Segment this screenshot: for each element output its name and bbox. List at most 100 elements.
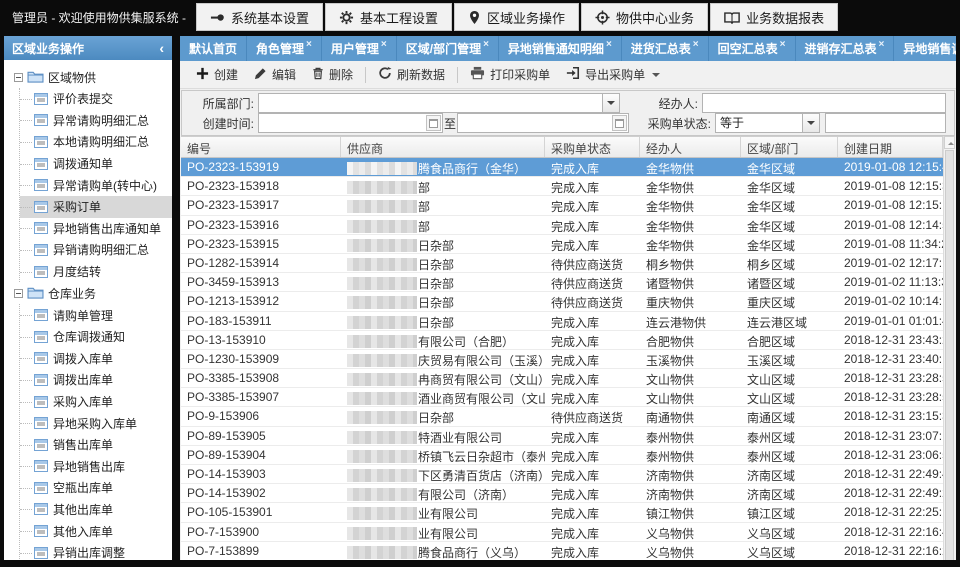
column-header[interactable]: 创建日期 (838, 137, 943, 157)
toolbar: 创建编辑删除刷新数据打印采购单导出采购单 (180, 61, 956, 89)
tree-item-label: 月度结转 (53, 263, 101, 280)
table-row[interactable]: PO-2323-153918部完成入库金华物供金华区域2019-01-08 12… (181, 177, 943, 196)
department-select[interactable] (258, 93, 620, 113)
tree-group[interactable]: 仓库业务 (14, 282, 172, 304)
table-row[interactable]: PO-183-153911日杂部完成入库连云港物供连云港区域2019-01-01… (181, 312, 943, 331)
toolbar-button-4[interactable]: 打印采购单 (462, 63, 558, 86)
close-icon[interactable]: × (483, 39, 489, 50)
tab-5[interactable]: 进货汇总表× (622, 36, 709, 61)
cell-text: 完成入库 (551, 220, 599, 234)
tree-item[interactable]: 月度结转 (20, 261, 172, 283)
tree-item[interactable]: 调拨出库单 (20, 369, 172, 391)
calendar-icon[interactable] (426, 115, 441, 131)
table-row[interactable]: PO-3385-153907酒业商贸有限公司（文山）完成入库文山物供文山区域20… (181, 388, 943, 407)
tree-item[interactable]: 销售出库单 (20, 434, 172, 456)
status-value-input[interactable] (825, 113, 946, 133)
tree-item[interactable]: 异常请购明细汇总 (20, 110, 172, 132)
column-header[interactable]: 编号 (181, 137, 341, 157)
toolbar-button-3[interactable]: 刷新数据 (370, 63, 453, 86)
menu-button-1[interactable]: 基本工程设置 (325, 3, 452, 31)
tree-item[interactable]: 其他入库单 (20, 520, 172, 542)
created-from-input[interactable] (258, 113, 443, 133)
close-icon[interactable]: × (879, 39, 885, 50)
table-row[interactable]: PO-89-153904桥镇飞云日杂超市（泰州）完成入库泰州物供泰州区域2018… (181, 446, 943, 465)
menu-button-3[interactable]: 物供中心业务 (581, 3, 708, 31)
table-row[interactable]: PO-2323-153916部完成入库金华物供金华区域2019-01-08 12… (181, 216, 943, 235)
cell-text: 完成入库 (551, 527, 599, 541)
tree-item[interactable]: 调拨入库单 (20, 348, 172, 370)
column-header[interactable]: 供应商 (341, 137, 545, 157)
tree-item[interactable]: 采购入库单 (20, 391, 172, 413)
table-row[interactable]: PO-9-153906日杂部待供应商送货南通物供南通区域2018-12-31 2… (181, 407, 943, 426)
tree-item[interactable]: 异地销售出库 (20, 456, 172, 478)
calendar-icon[interactable] (612, 115, 627, 131)
tree-item[interactable]: 调拨通知单 (20, 153, 172, 175)
scroll-up-icon[interactable] (944, 136, 955, 149)
table-row[interactable]: PO-7-153899腾食品商行（义乌）完成入库义乌物供义乌区域2018-12-… (181, 542, 943, 560)
cell-region: 义乌区域 (741, 542, 838, 560)
vertical-scrollbar[interactable] (943, 136, 955, 560)
toolbar-button-5[interactable]: 导出采购单 (558, 63, 668, 86)
tree-item[interactable]: 仓库调拨通知 (20, 326, 172, 348)
tree-item[interactable]: 请购单管理 (20, 304, 172, 326)
chevron-down-icon[interactable] (602, 94, 619, 112)
tree-item[interactable]: 其他出库单 (20, 499, 172, 521)
tab-3[interactable]: 区域/部门管理× (397, 36, 499, 61)
toolbar-button-2[interactable]: 删除 (304, 63, 361, 86)
tab-0[interactable]: 默认首页 (180, 36, 247, 61)
toolbar-button-0[interactable]: 创建 (188, 63, 246, 86)
table-row[interactable]: PO-14-153903下区勇清百货店（济南）完成入库济南物供济南区域2018-… (181, 465, 943, 484)
table-row[interactable]: PO-1282-153914日杂部待供应商送货桐乡物供桐乡区域2019-01-0… (181, 254, 943, 273)
tree-item[interactable]: 异地销售出库通知单 (20, 218, 172, 240)
collapse-minus-icon[interactable] (14, 73, 23, 82)
tab-4[interactable]: 异地销售通知明细× (499, 36, 622, 61)
agent-input[interactable] (702, 93, 946, 113)
filter-panel: 所属部门: 经办人: 创建时间: 至 采购单状态: 等于 (181, 90, 955, 136)
tree-item[interactable]: 异销请购明细汇总 (20, 239, 172, 261)
tree-item[interactable]: 异销出库调整 (20, 542, 172, 560)
tab-1[interactable]: 角色管理× (247, 36, 322, 61)
created-to-input[interactable] (457, 113, 629, 133)
table-row[interactable]: PO-89-153905特酒业有限公司完成入库泰州物供泰州区域2018-12-3… (181, 427, 943, 446)
table-row[interactable]: PO-1213-153912日杂部待供应商送货重庆物供重庆区域2019-01-0… (181, 292, 943, 311)
toolbar-button-1[interactable]: 编辑 (246, 63, 304, 86)
table-row[interactable]: PO-2323-153917部完成入库金华物供金华区域2019-01-08 12… (181, 196, 943, 215)
table-row[interactable]: PO-105-153901业有限公司完成入库镇江物供镇江区域2018-12-31… (181, 503, 943, 522)
tab-7[interactable]: 进销存汇总表× (796, 36, 895, 61)
menu-button-0[interactable]: 系统基本设置 (196, 3, 323, 31)
tree-item[interactable]: 异常请购单(转中心) (20, 174, 172, 196)
cell-status: 完成入库 (545, 369, 640, 387)
tree-item[interactable]: 评价表提交 (20, 88, 172, 110)
tree-item[interactable]: 采购订单 (20, 196, 172, 218)
tree-item[interactable]: 异地采购入库单 (20, 412, 172, 434)
table-row[interactable]: PO-13-153910有限公司（合肥）完成入库合肥物供合肥区域2018-12-… (181, 331, 943, 350)
close-icon[interactable]: × (306, 39, 312, 50)
column-header[interactable]: 区域/部门 (741, 137, 838, 157)
table-row[interactable]: PO-14-153902有限公司（济南）完成入库济南物供济南区域2018-12-… (181, 484, 943, 503)
tree-group[interactable]: 区域物供 (14, 66, 172, 88)
table-row[interactable]: PO-2323-153915日杂部完成入库金华物供金华区域2019-01-08 … (181, 235, 943, 254)
tab-6[interactable]: 回空汇总表× (709, 36, 796, 61)
column-header[interactable]: 经办人 (640, 137, 741, 157)
table-row[interactable]: PO-2323-153919腾食品商行（金华）完成入库金华物供金华区域2019-… (181, 158, 943, 177)
chevron-down-icon[interactable] (802, 114, 819, 132)
tab-8[interactable]: 异地销售调整明细× (894, 36, 956, 61)
status-operator-select[interactable]: 等于 (715, 113, 820, 133)
scrollbar-thumb[interactable] (945, 150, 954, 560)
table-row[interactable]: PO-3385-153908冉商贸有限公司（文山）完成入库文山物供文山区域201… (181, 369, 943, 388)
menu-button-2[interactable]: 区域业务操作 (454, 3, 579, 31)
table-row[interactable]: PO-7-153900业有限公司完成入库义乌物供义乌区域2018-12-31 2… (181, 523, 943, 542)
close-icon[interactable]: × (693, 39, 699, 50)
tree-item[interactable]: 本地请购明细汇总 (20, 131, 172, 153)
tab-2[interactable]: 用户管理× (322, 36, 397, 61)
tree-item[interactable]: 空瓶出库单 (20, 477, 172, 499)
close-icon[interactable]: × (780, 39, 786, 50)
table-row[interactable]: PO-3459-153913日杂部待供应商送货诸暨物供诸暨区域2019-01-0… (181, 273, 943, 292)
close-icon[interactable]: × (381, 39, 387, 50)
close-icon[interactable]: × (606, 39, 612, 50)
sidebar-collapse-icon[interactable]: ‹ (159, 41, 164, 55)
collapse-minus-icon[interactable] (14, 289, 23, 298)
menu-button-4[interactable]: 业务数据报表 (710, 3, 838, 31)
table-row[interactable]: PO-1230-153909庆贸易有限公司（玉溪）完成入库玉溪物供玉溪区域201… (181, 350, 943, 369)
column-header[interactable]: 采购单状态 (545, 137, 640, 157)
